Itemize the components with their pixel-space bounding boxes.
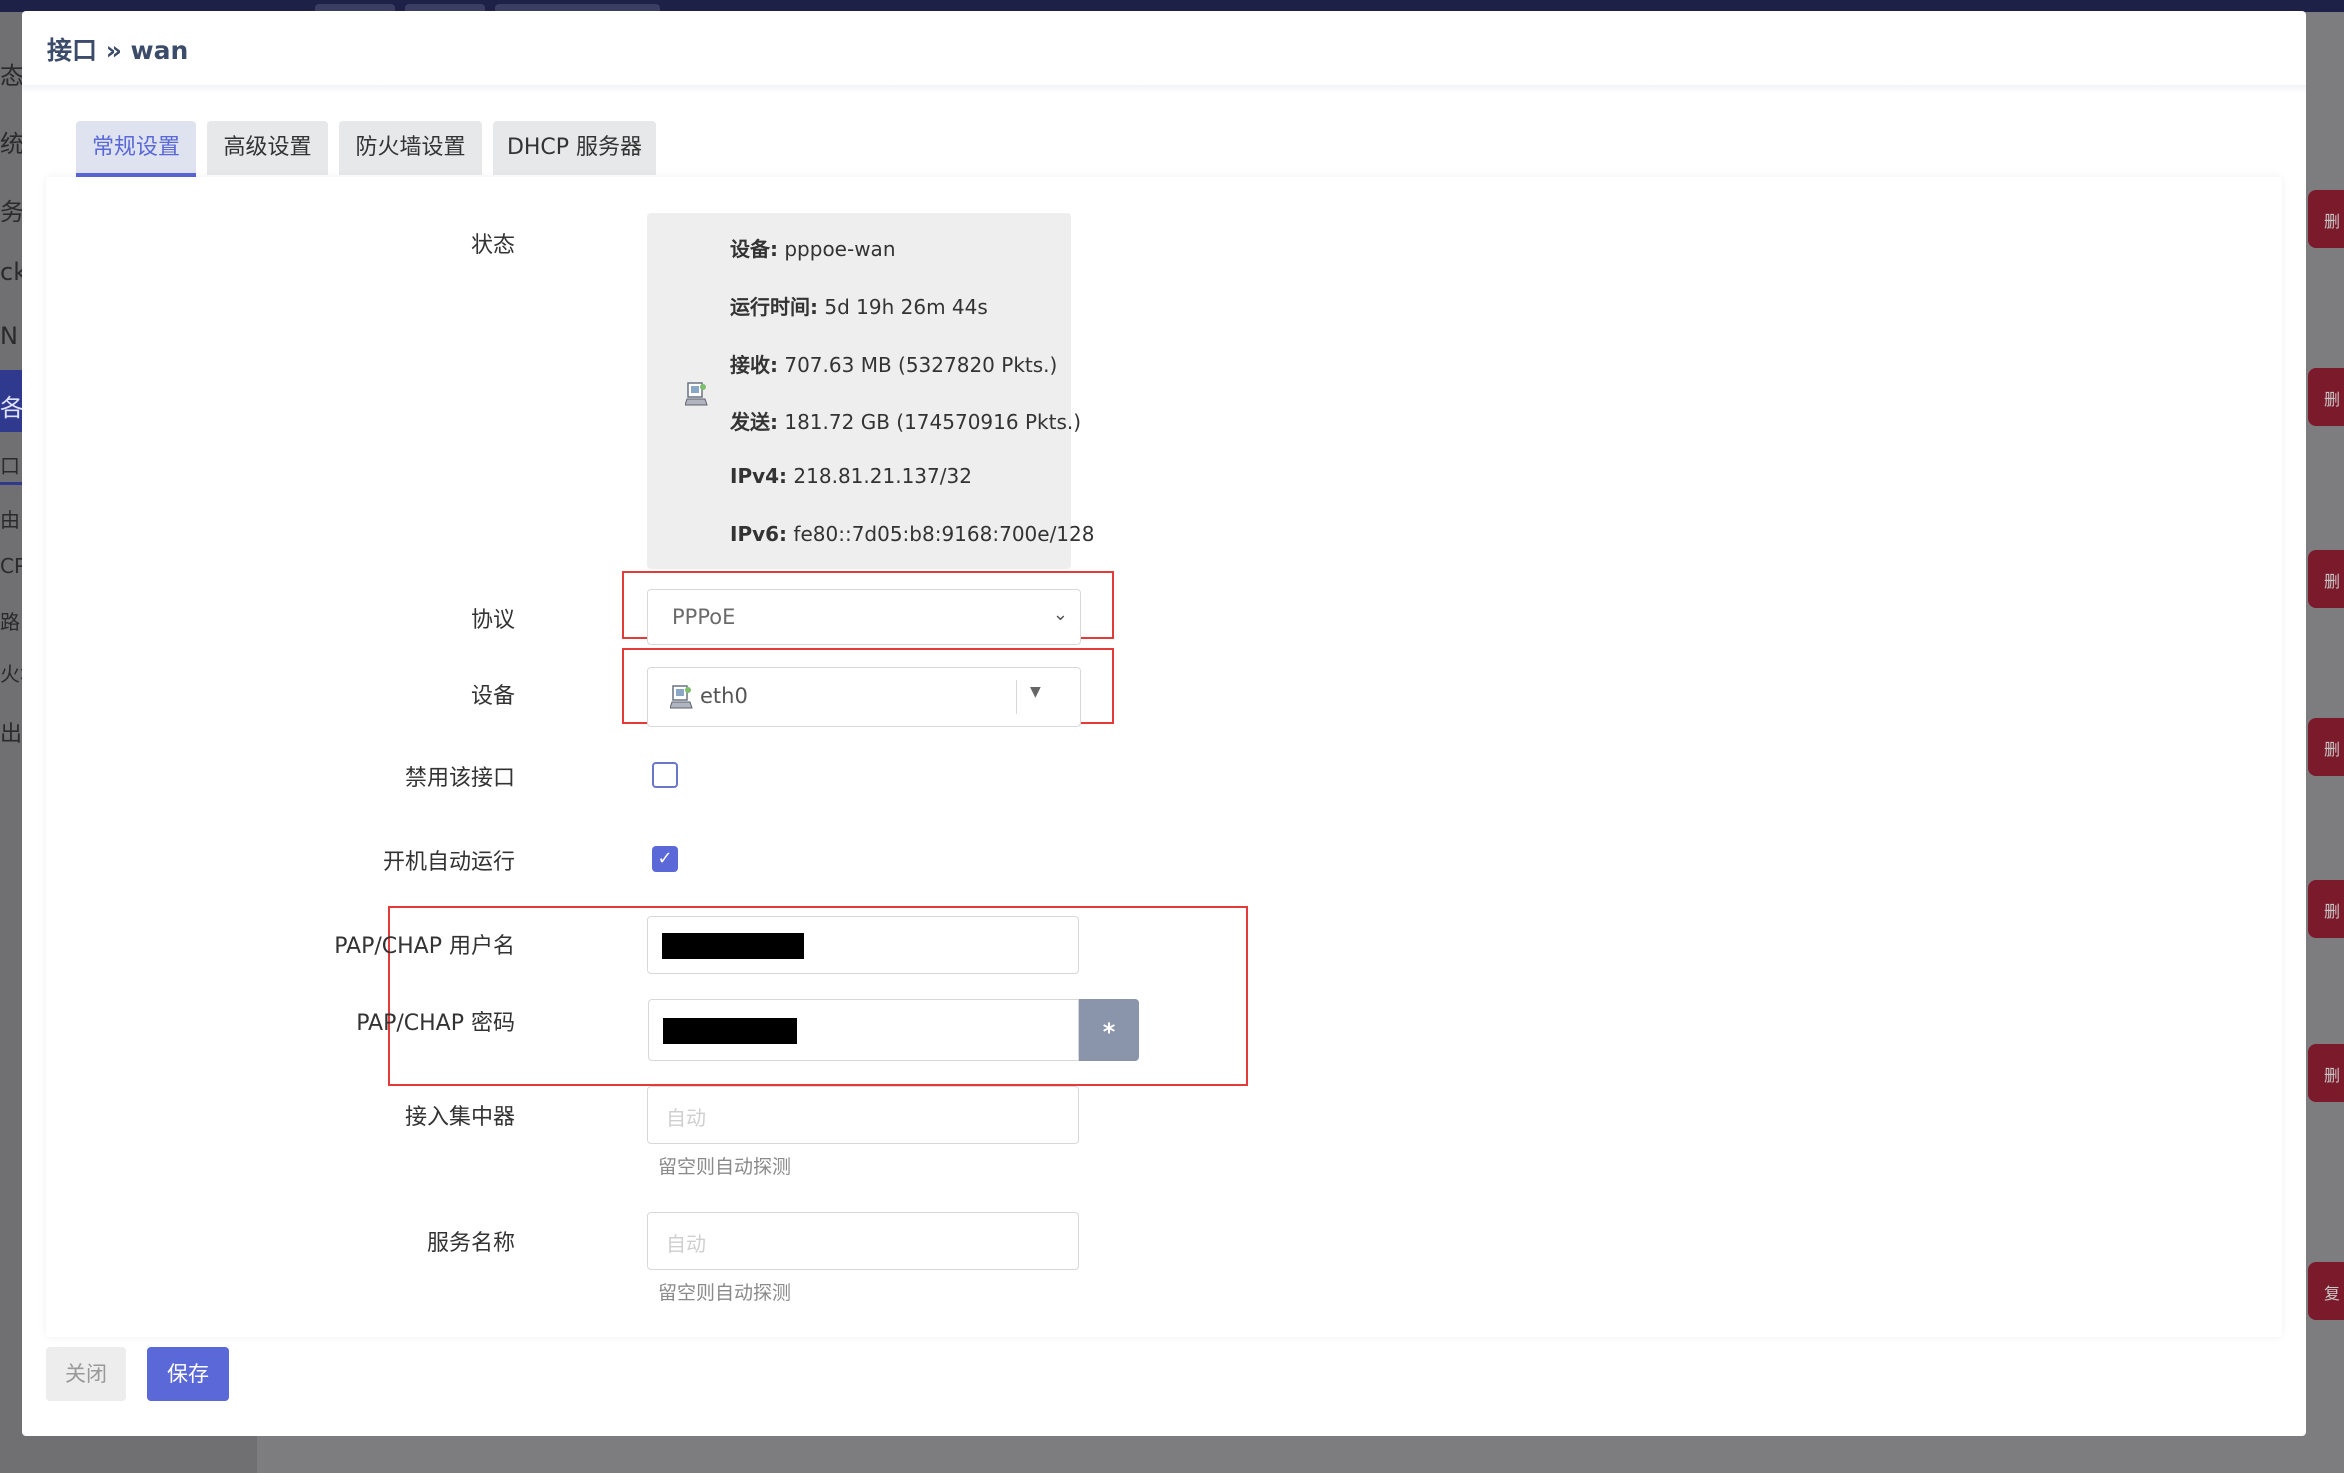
background-delete-button: 删	[2308, 190, 2344, 248]
background-delete-button: 删	[2308, 880, 2344, 938]
status-device: 设备: pppoe-wan	[730, 237, 896, 261]
background-sidebar-item: 由	[0, 508, 20, 532]
service-name-hint: 留空则自动探测	[658, 1282, 792, 1304]
access-concentrator-label: 接入集中器	[404, 1105, 515, 1130]
status-received: 接收: 707.63 MB (5327820 Pkts.)	[730, 353, 1058, 377]
auto-start-checkbox[interactable]: ✓	[652, 846, 678, 872]
auto-start-label: 开机自动运行	[382, 850, 515, 875]
password-input[interactable]	[648, 999, 1079, 1061]
background-sidebar-underline	[0, 482, 22, 485]
chevron-down-icon: ⌄	[1052, 604, 1068, 625]
background-sidebar-item: 统	[0, 130, 24, 158]
network-port-icon	[670, 685, 693, 709]
tab-dhcp-server[interactable]: DHCP 服务器	[493, 121, 656, 175]
background-restore-button: 复	[2308, 1262, 2344, 1320]
background-sidebar-item: 出	[0, 722, 23, 747]
background-sidebar-item: N	[0, 322, 18, 350]
status-ipv6: IPv6: fe80::7d05:b8:9168:700e/128	[730, 522, 1095, 546]
modal-title: 接口 » wan	[47, 36, 189, 65]
combobox-divider	[1016, 680, 1017, 714]
password-label: PAP/CHAP 密码	[356, 1011, 515, 1036]
access-concentrator-input[interactable]: 自动	[647, 1086, 1079, 1144]
network-port-icon	[685, 382, 708, 406]
device-combobox-value: eth0	[700, 684, 748, 708]
background-sidebar-item: 路	[0, 610, 20, 634]
service-name-input[interactable]: 自动	[647, 1212, 1079, 1270]
service-name-placeholder: 自动	[666, 1232, 706, 1256]
service-name-label: 服务名称	[426, 1231, 515, 1256]
status-label: 状态	[470, 233, 515, 258]
background-sidebar-item: 各	[0, 394, 24, 422]
general-settings-panel: 状态 设备: pppoe-wan 运行时间: 5d 19h 26m 44s 接收…	[46, 177, 2282, 1337]
background-delete-button: 删	[2308, 550, 2344, 608]
protocol-label: 协议	[470, 608, 515, 633]
status-sent: 发送: 181.72 GB (174570916 Pkts.)	[730, 410, 1082, 434]
username-label: PAP/CHAP 用户名	[334, 934, 515, 959]
close-button[interactable]: 关闭	[46, 1347, 126, 1401]
device-label: 设备	[470, 684, 515, 709]
access-concentrator-hint: 留空则自动探测	[658, 1156, 792, 1178]
background-delete-button: 删	[2308, 368, 2344, 426]
username-input[interactable]	[647, 916, 1079, 974]
protocol-select-value: PPPoE	[672, 605, 736, 629]
interface-edit-modal: 接口 » wan 常规设置 高级设置 防火墙设置 DHCP 服务器 状态 设备:…	[22, 11, 2306, 1436]
check-icon: ✓	[657, 848, 673, 869]
tab-firewall-settings[interactable]: 防火墙设置	[339, 121, 482, 175]
caret-down-icon[interactable]: ▼	[1030, 684, 1041, 700]
access-concentrator-placeholder: 自动	[666, 1106, 706, 1130]
tab-advanced-settings[interactable]: 高级设置	[207, 121, 328, 175]
save-button[interactable]: 保存	[147, 1347, 229, 1401]
disable-interface-checkbox[interactable]	[652, 762, 678, 788]
status-box: 设备: pppoe-wan 运行时间: 5d 19h 26m 44s 接收: 7…	[647, 213, 1094, 569]
background-delete-button: 删	[2308, 1044, 2344, 1102]
device-combobox[interactable]: eth0 ▼	[647, 667, 1081, 727]
background-sidebar-item: 态	[0, 62, 24, 90]
redacted-username	[662, 933, 804, 959]
status-uptime: 运行时间: 5d 19h 26m 44s	[730, 295, 988, 319]
tab-general-settings[interactable]: 常规设置	[76, 121, 196, 177]
disable-interface-label: 禁用该接口	[404, 766, 515, 791]
background-sidebar-item: 口	[0, 454, 20, 478]
reveal-password-button[interactable]: *	[1079, 999, 1139, 1061]
background-sidebar-item: 务	[0, 198, 24, 226]
background-delete-button: 删	[2308, 718, 2344, 776]
protocol-select[interactable]: PPPoE ⌄	[647, 589, 1081, 645]
modal-header-divider	[22, 85, 2306, 93]
status-ipv4: IPv4: 218.81.21.137/32	[730, 464, 972, 488]
redacted-password	[663, 1018, 797, 1044]
